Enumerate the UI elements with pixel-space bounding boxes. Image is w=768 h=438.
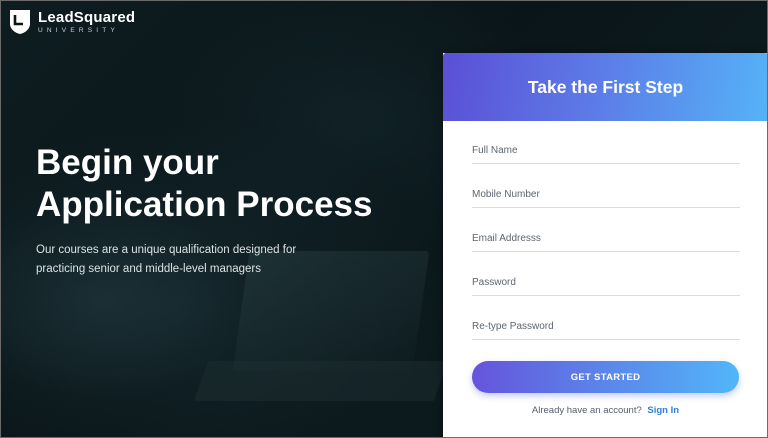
sign-in-link[interactable]: Sign In — [647, 405, 679, 416]
brand-name: LeadSquared — [38, 8, 136, 26]
full-name-input[interactable] — [472, 137, 740, 164]
background-keyboard-shape — [193, 361, 449, 401]
signup-card: Take the First Step GET STARTED Already … — [443, 53, 767, 437]
shield-icon — [10, 10, 30, 34]
brand-text: LeadSquared UNIVERSITY — [38, 10, 135, 35]
signup-card-header: Take the First Step — [443, 53, 767, 121]
application-page: LeadSquared UNIVERSITY Begin your Applic… — [0, 0, 768, 438]
mobile-number-input[interactable] — [472, 181, 740, 208]
brand-subtitle: UNIVERSITY — [38, 26, 120, 34]
signup-card-title: Take the First Step — [527, 76, 684, 97]
brand-logo[interactable]: LeadSquared UNIVERSITY — [9, 9, 135, 35]
email-address-input[interactable] — [472, 225, 740, 252]
hero-description: Our courses are a unique qualification d… — [36, 244, 297, 275]
hero-title-line-2: Application Process — [36, 185, 373, 224]
hero-title-line-1: Begin your — [36, 143, 219, 182]
hero-title: Begin your Application Process — [36, 142, 372, 226]
account-prompt-text: Already have an account? — [531, 405, 642, 416]
get-started-button[interactable]: GET STARTED — [472, 361, 739, 393]
signin-prompt: Already have an account? Sign In — [443, 405, 767, 416]
background-photo-shade — [1, 201, 251, 401]
retype-password-input[interactable] — [472, 313, 740, 340]
password-input[interactable] — [472, 269, 740, 296]
